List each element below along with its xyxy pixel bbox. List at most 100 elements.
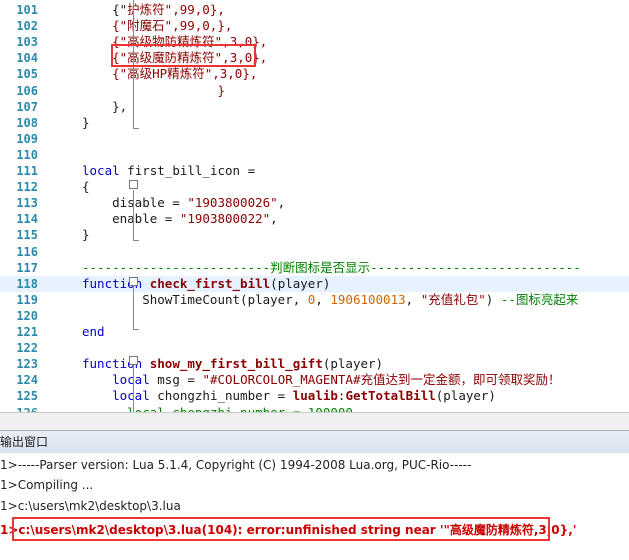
fold-guide — [133, 190, 134, 240]
code-line[interactable]: 105 {"高级HP精炼符",3,0}, — [0, 66, 629, 82]
code-text: } — [82, 115, 90, 131]
code-line[interactable]: 117 -------------------------判断图标是否显示----… — [0, 260, 629, 276]
code-line[interactable]: 120 — [0, 308, 629, 324]
code-line[interactable]: 118 function check_first_bill(player) — [0, 275, 629, 292]
line-number: 117 — [16, 260, 38, 275]
code-token: }, — [82, 98, 128, 114]
code-line[interactable]: 119 ShowTimeCount(player, 0, 1906100013,… — [0, 292, 629, 308]
code-text: } — [82, 83, 225, 99]
code-line[interactable]: 106 } — [0, 83, 629, 99]
code-token: local — [82, 163, 120, 178]
code-token: chongzhi_number = — [149, 388, 293, 404]
code-text: local msg = "#COLORCOLOR_MAGENTA#充值达到一定金… — [82, 372, 560, 388]
code-line[interactable]: 102 {"附魔石",99,0,}, — [0, 18, 629, 34]
line-number: 115 — [16, 228, 38, 243]
code-text: -------------------------判断图标是否显示-------… — [82, 260, 581, 276]
code-text: function show_my_first_bill_gift(player) — [82, 356, 383, 372]
code-token: first_bill_icon = — [119, 163, 256, 178]
code-editor[interactable]: 101 {"护炼符",99,0}, 102 {"附魔石",99,0,}, 103 {… — [0, 0, 629, 430]
fold-margin — [60, 0, 139, 430]
code-token: local — [112, 388, 150, 404]
fold-end-marker — [133, 329, 139, 330]
code-token: (player) — [270, 275, 331, 291]
line-number: 110 — [16, 147, 38, 162]
output-line: 1>-----Parser version: Lua 5.1.4, Copyri… — [0, 458, 472, 472]
code-line[interactable]: 121 end — [0, 324, 629, 340]
code-text: }, — [82, 99, 127, 115]
code-line[interactable]: 125 local chongzhi_number = lualib:GetTo… — [0, 388, 629, 404]
code-token: "充值礼包" — [420, 291, 486, 307]
code-text: function check_first_bill(player) — [82, 276, 330, 292]
code-line[interactable]: 104 {"高级魔防精炼符",3,0}, — [0, 50, 629, 66]
line-number: 102 — [16, 19, 38, 34]
code-token: lualib — [292, 388, 338, 404]
horizontal-scrollbar[interactable] — [0, 412, 629, 430]
line-number: 120 — [16, 308, 38, 323]
code-line[interactable]: 116 — [0, 244, 629, 260]
code-token: disable = — [82, 195, 188, 211]
line-number: 101 — [16, 3, 38, 17]
code-token: , — [277, 195, 286, 211]
code-line[interactable]: 103 {"高级物防精炼符",3,0}, — [0, 34, 629, 50]
line-number: 105 — [16, 67, 38, 82]
code-line[interactable]: 124 local msg = "#COLORCOLOR_MAGENTA#充值达… — [0, 372, 629, 388]
code-text: ShowTimeCount(player, 0, 1906100013, "充值… — [82, 292, 578, 308]
line-number: 118 — [16, 276, 38, 291]
code-token: ) — [485, 291, 501, 307]
line-number: 112 — [16, 180, 38, 195]
code-token: , — [270, 211, 278, 227]
line-number: 103 — [16, 35, 38, 50]
code-line[interactable]: 110 — [0, 147, 629, 163]
code-line[interactable]: 108} — [0, 115, 629, 131]
code-token: --图标亮起来 — [500, 291, 579, 307]
code-token: {"高级HP精炼符",3,0}, — [82, 66, 258, 82]
code-line[interactable]: 107 }, — [0, 99, 629, 115]
code-token: , — [315, 291, 331, 307]
code-text: disable = "1903800026", — [82, 195, 285, 211]
code-line[interactable]: 112 { — [0, 179, 629, 195]
code-line[interactable]: 115} — [0, 227, 629, 243]
code-token: local — [112, 372, 150, 388]
fold-guide — [133, 287, 134, 329]
code-token: , — [405, 291, 421, 307]
line-number: 123 — [16, 357, 38, 372]
code-token: } — [82, 82, 225, 98]
code-token: enable = — [82, 211, 180, 227]
code-token: "1903800026" — [187, 195, 278, 211]
fold-toggle-icon[interactable] — [129, 180, 138, 189]
line-number: 124 — [16, 373, 38, 388]
line-number: 106 — [16, 83, 38, 98]
line-number: 108 — [16, 115, 38, 130]
code-line[interactable]: 111 local first_bill_icon = — [0, 163, 629, 179]
code-token: {" — [82, 2, 128, 17]
code-line[interactable]: 122 — [0, 340, 629, 356]
code-token: "#COLORCOLOR_MAGENTA#充值达到一定金额，即可领取奖励！ — [202, 372, 561, 388]
line-number: 107 — [16, 99, 38, 114]
code-line[interactable]: 109 — [0, 131, 629, 147]
code-text: local first_bill_icon = — [82, 163, 255, 179]
line-number: 113 — [16, 196, 38, 211]
code-text: {"附魔石",99,0,}, — [82, 18, 232, 34]
code-text: end — [82, 324, 105, 340]
line-number: 111 — [16, 164, 38, 178]
code-token: { — [82, 179, 90, 195]
code-line[interactable]: 114 enable = "1903800022", — [0, 211, 629, 227]
line-number: 122 — [16, 341, 38, 356]
output-line: 1>c:\users\mk2\desktop\3.lua — [0, 499, 181, 513]
code-token: (player) — [435, 388, 496, 404]
code-line[interactable]: 123 function show_my_first_bill_gift(play… — [0, 356, 629, 372]
code-token: ShowTimeCount(player, — [82, 291, 308, 307]
code-token: 1906100013 — [330, 291, 406, 307]
code-text: local chongzhi_number = lualib:GetTotalB… — [82, 388, 496, 404]
line-number: 114 — [16, 212, 38, 227]
fold-toggle-icon[interactable] — [129, 277, 138, 286]
code-line[interactable]: 101 {"护炼符",99,0}, — [0, 2, 629, 18]
fold-toggle-icon[interactable] — [129, 356, 138, 365]
code-line[interactable]: 113 disable = "1903800026", — [0, 195, 629, 211]
code-token: {"附魔石",99,0,}, — [82, 18, 233, 34]
fold-end-marker — [133, 240, 139, 241]
line-number: 121 — [16, 325, 38, 339]
line-number: 119 — [16, 292, 38, 307]
